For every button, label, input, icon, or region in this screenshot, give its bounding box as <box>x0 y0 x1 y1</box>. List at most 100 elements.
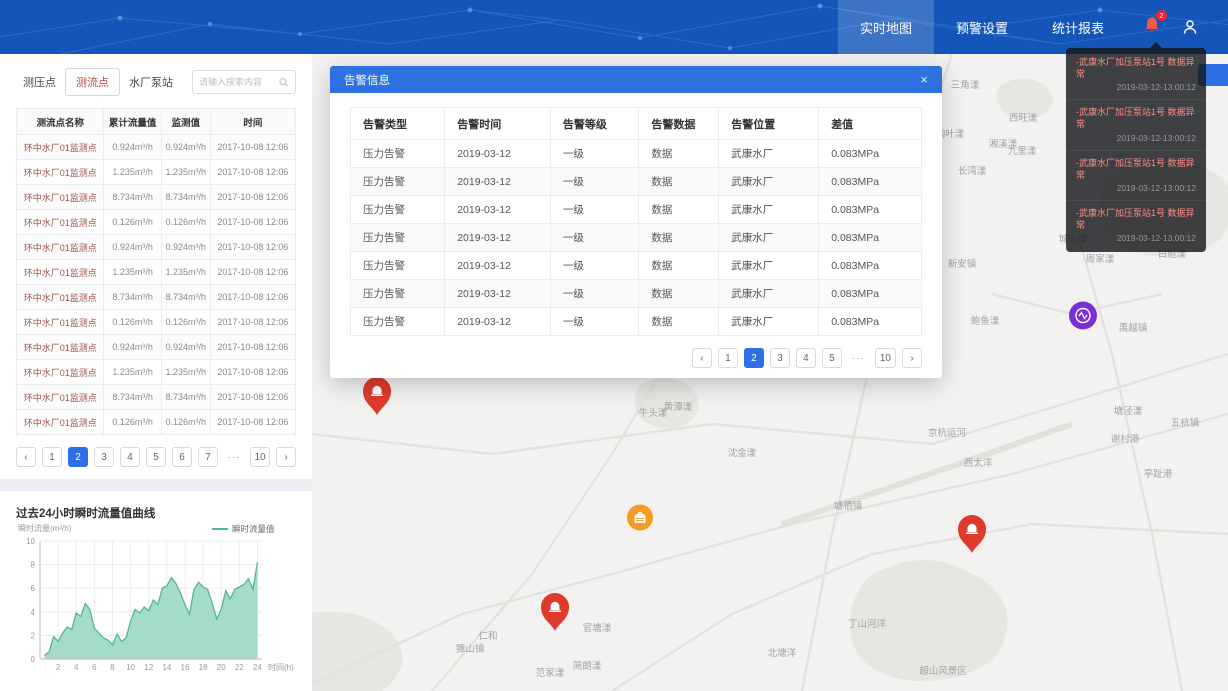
table-row[interactable]: 环中水厂01监测点1.235m³/h1.235m³/h2017-10-08 12… <box>17 360 296 385</box>
y-tick-label: 8 <box>31 561 36 570</box>
table-cell: 武康水厂 <box>719 252 819 280</box>
toast-caret <box>1150 42 1162 48</box>
table-cell: 0.083MPa <box>819 168 922 196</box>
table-row[interactable]: 环中水厂01监测点8.734m³/h8.734m³/h2017-10-08 12… <box>17 285 296 310</box>
table-cell: 0.924m³/h <box>161 335 210 360</box>
alarm-pin-marker[interactable] <box>538 591 572 638</box>
table-row: 压力告警2019-03-12一级数据武康水厂0.083MPa <box>351 168 922 196</box>
table-cell: 1.235m³/h <box>104 160 161 185</box>
table-row[interactable]: 环中水厂01监测点8.734m³/h8.734m³/h2017-10-08 12… <box>17 385 296 410</box>
alarm-toast[interactable]: -武康水厂加压泵站1号 数据异常2019-03-12-13:00:12 <box>1066 100 1206 150</box>
table-cell: 环中水厂01监测点 <box>17 360 104 385</box>
pressure-station-marker[interactable] <box>1068 301 1098 336</box>
x-tick-label: 14 <box>162 663 171 672</box>
alarm-toast-panel: -武康水厂加压泵站1号 数据异常2019-03-12-13:00:12-武康水厂… <box>1066 48 1206 252</box>
bell-badge: 2 <box>1156 10 1167 21</box>
table-cell: 0.083MPa <box>819 140 922 168</box>
y-tick-label: 0 <box>31 655 36 664</box>
table-row[interactable]: 环中水厂01监测点1.235m³/h1.235m³/h2017-10-08 12… <box>17 260 296 285</box>
table-cell: 2017-10-08 12:06 <box>210 210 295 235</box>
alarm-toast[interactable]: -武康水厂加压泵站1号 数据异常2019-03-12-13:00:12 <box>1066 50 1206 100</box>
table-cell: 0.924m³/h <box>104 335 161 360</box>
tab-item[interactable]: 水厂泵站 <box>122 69 180 95</box>
table-cell: 0.126m³/h <box>161 210 210 235</box>
nav-item[interactable]: 预警设置 <box>934 0 1030 54</box>
alarm-pin-marker[interactable] <box>955 513 989 560</box>
table-row[interactable]: 环中水厂01监测点0.924m³/h0.924m³/h2017-10-08 12… <box>17 335 296 360</box>
pagination-page-button[interactable]: 5 <box>146 447 166 467</box>
table-cell: 一级 <box>550 140 639 168</box>
tab-active[interactable]: 测流点 <box>65 68 120 96</box>
water-plant-marker[interactable] <box>626 504 654 537</box>
table-cell: 一级 <box>550 224 639 252</box>
table-cell: 压力告警 <box>351 252 445 280</box>
user-icon[interactable] <box>1182 19 1198 35</box>
table-cell: 8.734m³/h <box>104 285 161 310</box>
table-cell: 2017-10-08 12:06 <box>210 385 295 410</box>
pagination-page-button[interactable]: 3 <box>94 447 114 467</box>
pagination-ellipsis: ··· <box>224 447 244 467</box>
table-cell: 环中水厂01监测点 <box>17 210 104 235</box>
table-row[interactable]: 环中水厂01监测点0.126m³/h0.126m³/h2017-10-08 12… <box>17 210 296 235</box>
alarm-pin-icon <box>955 513 989 555</box>
pagination-prev-button[interactable]: ‹ <box>16 447 36 467</box>
pagination-page-button[interactable]: 6 <box>172 447 192 467</box>
search-input[interactable] <box>199 77 279 87</box>
table-cell: 数据 <box>639 308 719 336</box>
pagination-page-button[interactable]: 10 <box>875 348 896 368</box>
alarm-toast[interactable]: -武康水厂加压泵站1号 数据异常2019-03-12-13:00:12 <box>1066 151 1206 201</box>
y-tick-label: 2 <box>31 631 36 640</box>
column-header: 告警等级 <box>550 108 639 140</box>
table-cell: 0.126m³/h <box>104 210 161 235</box>
column-header: 告警位置 <box>719 108 819 140</box>
alarm-toast[interactable]: -武康水厂加压泵站1号 数据异常2019-03-12-13:00:12 <box>1066 201 1206 250</box>
table-cell: 2017-10-08 12:06 <box>210 160 295 185</box>
table-cell: 环中水厂01监测点 <box>17 185 104 210</box>
pagination-ellipsis: ··· <box>848 348 869 368</box>
table-cell: 一级 <box>550 280 639 308</box>
table-cell: 环中水厂01监测点 <box>17 160 104 185</box>
nav-item[interactable]: 统计报表 <box>1030 0 1126 54</box>
notification-bell-button[interactable]: 2 <box>1144 16 1160 39</box>
table-row[interactable]: 环中水厂01监测点0.126m³/h0.126m³/h2017-10-08 12… <box>17 310 296 335</box>
pagination-page-button[interactable]: 1 <box>42 447 62 467</box>
pagination-page-button[interactable]: 2 <box>744 348 764 368</box>
x-tick-label: 18 <box>199 663 208 672</box>
pagination-page-button[interactable]: 1 <box>718 348 738 368</box>
table-cell: 压力告警 <box>351 168 445 196</box>
flow-table-header-row: 测流点名称累计流量值监测值时间 <box>17 109 296 135</box>
pagination-page-button[interactable]: 10 <box>250 447 270 467</box>
close-icon[interactable]: × <box>920 72 928 87</box>
pagination-page-button[interactable]: 3 <box>770 348 790 368</box>
table-cell: 压力告警 <box>351 308 445 336</box>
table-cell: 压力告警 <box>351 280 445 308</box>
nav-item[interactable]: 实时地图 <box>838 0 934 54</box>
table-row[interactable]: 环中水厂01监测点0.924m³/h0.924m³/h2017-10-08 12… <box>17 235 296 260</box>
table-cell: 数据 <box>639 168 719 196</box>
table-cell: 武康水厂 <box>719 140 819 168</box>
station-table-pagination: ‹ 1234567 ··· 10 › <box>16 447 296 467</box>
station-list-card: 测压点测流点水厂泵站 测流点名称累计流量值监测值时间 环中水厂01监测点0.92… <box>0 54 312 479</box>
pagination-page-button[interactable]: 2 <box>68 447 88 467</box>
alarm-pin-marker[interactable] <box>360 375 394 422</box>
column-header: 告警数据 <box>639 108 719 140</box>
main-nav: 实时地图预警设置统计报表 <box>838 0 1126 54</box>
table-row[interactable]: 环中水厂01监测点0.126m³/h0.126m³/h2017-10-08 12… <box>17 410 296 435</box>
y-axis-title: 瞬时流量(m³/h) <box>18 523 72 533</box>
table-cell: 8.734m³/h <box>161 285 210 310</box>
table-row[interactable]: 环中水厂01监测点0.924m³/h0.924m³/h2017-10-08 12… <box>17 135 296 160</box>
pagination-page-button[interactable]: 5 <box>822 348 842 368</box>
pagination-page-button[interactable]: 4 <box>120 447 140 467</box>
table-row[interactable]: 环中水厂01监测点1.235m³/h1.235m³/h2017-10-08 12… <box>17 160 296 185</box>
pagination-prev-button[interactable]: ‹ <box>692 348 712 368</box>
table-cell: 2017-10-08 12:06 <box>210 235 295 260</box>
tab-item[interactable]: 测压点 <box>16 69 63 95</box>
pagination-next-button[interactable]: › <box>276 447 296 467</box>
table-row[interactable]: 环中水厂01监测点8.734m³/h8.734m³/h2017-10-08 12… <box>17 185 296 210</box>
search-box <box>192 70 296 94</box>
y-tick-label: 4 <box>31 608 36 617</box>
pagination-page-button[interactable]: 7 <box>198 447 218 467</box>
pagination-page-button[interactable]: 4 <box>796 348 816 368</box>
pagination-next-button[interactable]: › <box>902 348 922 368</box>
table-row: 压力告警2019-03-12一级数据武康水厂0.083MPa <box>351 252 922 280</box>
